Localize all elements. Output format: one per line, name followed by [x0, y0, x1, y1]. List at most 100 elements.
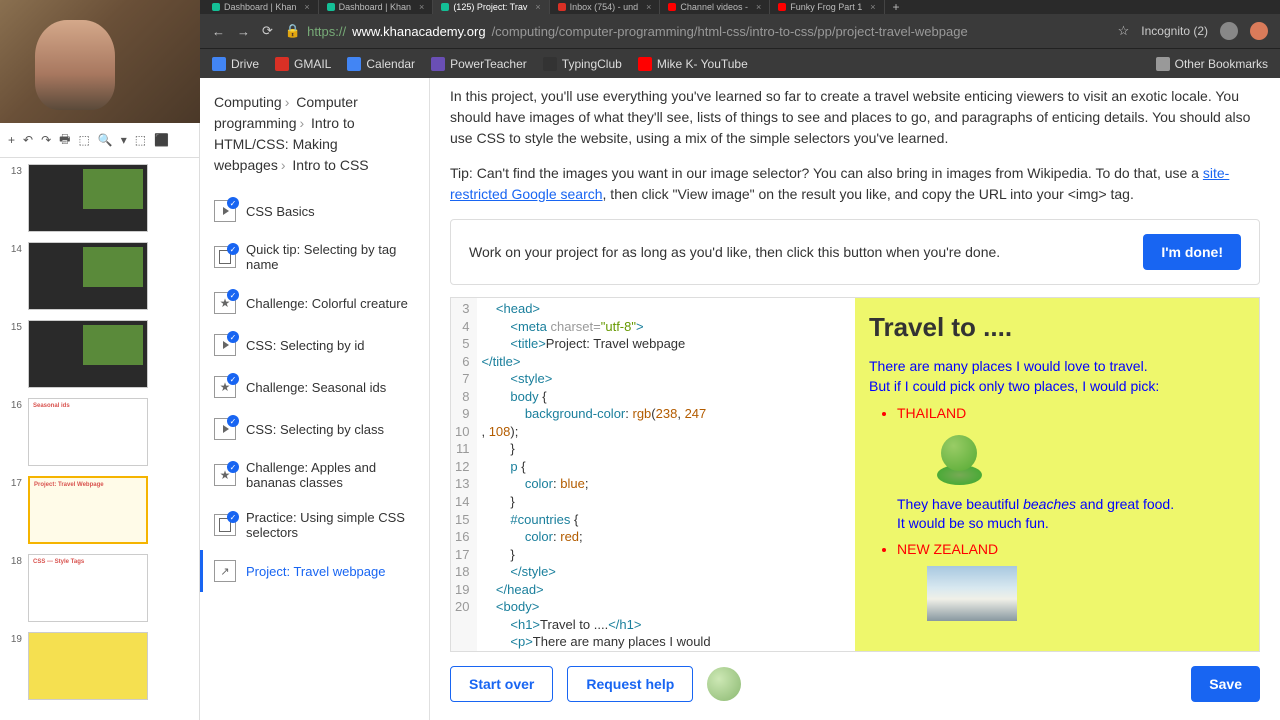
slide-thumbnail[interactable]: 19 [6, 632, 193, 700]
check-icon: ✓ [227, 511, 239, 523]
tab-bar: Dashboard | Khan×Dashboard | Khan×(125) … [200, 0, 1280, 14]
profile-avatar[interactable] [1250, 22, 1268, 40]
lesson-item[interactable]: Project: Travel webpage [200, 550, 429, 592]
check-icon: ✓ [227, 331, 239, 343]
tab-favicon [778, 3, 786, 11]
back-icon[interactable]: ← [212, 24, 225, 39]
zoom-icon[interactable]: 🔍 [98, 133, 113, 147]
browser-tab[interactable]: Dashboard | Khan× [319, 0, 434, 14]
lesson-item[interactable]: ✓Practice: Using simple CSS selectors [200, 500, 429, 550]
browser-tab[interactable]: Funky Frog Part 1× [770, 0, 884, 14]
format-icon[interactable]: ⬚ [78, 133, 89, 147]
bookmark-item[interactable]: GMAIL [275, 57, 331, 71]
bookmark-label: PowerTeacher [450, 57, 527, 71]
url-path: /computing/computer-programming/html-css… [492, 24, 968, 39]
star-icon[interactable]: ☆ [1118, 23, 1130, 39]
slide-number: 13 [6, 164, 22, 232]
close-icon[interactable]: × [419, 2, 424, 12]
bookmark-item[interactable]: Calendar [347, 57, 415, 71]
browser-window: Dashboard | Khan×Dashboard | Khan×(125) … [200, 0, 1280, 720]
slide-thumbnail[interactable]: 14 [6, 242, 193, 310]
lesson-label: CSS: Selecting by id [246, 338, 365, 353]
lesson-play-icon: ✓ [214, 200, 236, 222]
chevron-down-icon[interactable]: ▾ [121, 133, 127, 147]
bookmarks-bar: Drive GMAIL Calendar PowerTeacher TypingClub… [200, 48, 1280, 78]
lesson-item[interactable]: ✓Challenge: Apples and bananas classes [200, 450, 429, 500]
browser-tab[interactable]: Inbox (754) - und × [550, 0, 661, 14]
slide-thumbnail[interactable]: 16Seasonal ids [6, 398, 193, 466]
bookmark-favicon [431, 57, 445, 71]
close-icon[interactable]: × [535, 2, 540, 12]
lesson-star-icon: ✓ [214, 292, 236, 314]
code-content[interactable]: <head> <meta charset="utf-8"> <title>Pro… [477, 298, 714, 651]
project-intro: In this project, you'll use everything y… [450, 86, 1260, 149]
select-icon[interactable]: ⬚ [135, 133, 146, 147]
url-field[interactable]: 🔒 https://www.khanacademy.org/computing/… [285, 23, 1106, 39]
slides-sidebar: + ↶ ↷ 🖶 ⬚ 🔍 ▾ ⬚ ⬛ 13 14 15 16Seasonal ids 17… [0, 123, 200, 720]
bookmark-item[interactable]: Mike K- YouTube [638, 57, 748, 71]
bookmark-favicon [347, 57, 361, 71]
mountain-image [927, 566, 1017, 621]
lesson-item[interactable]: ✓Quick tip: Selecting by tag name [200, 232, 429, 282]
lesson-item[interactable]: ✓CSS Basics [200, 190, 429, 232]
start-over-button[interactable]: Start over [450, 666, 553, 702]
lesson-item[interactable]: ✓ Challenge: Colorful creature [200, 282, 429, 324]
slide-number: 19 [6, 632, 22, 700]
tip-text-2: , then click "View image" on the result … [603, 186, 1134, 202]
lesson-item[interactable]: ✓ Challenge: Seasonal ids [200, 366, 429, 408]
undo-icon[interactable]: ↶ [23, 133, 33, 147]
bookmark-item[interactable]: Drive [212, 57, 259, 71]
lesson-item[interactable]: ✓CSS: Selecting by class [200, 408, 429, 450]
browser-tab[interactable]: Dashboard | Khan× [204, 0, 319, 14]
tab-label: Inbox (754) - und [570, 2, 639, 12]
bookmark-favicon [212, 57, 226, 71]
bookmark-item[interactable]: TypingClub [543, 57, 622, 71]
browser-tab[interactable]: Channel videos -× [660, 0, 770, 14]
done-message: Work on your project for as long as you'… [469, 244, 1000, 260]
tab-favicon [558, 3, 566, 11]
tab-favicon [668, 3, 676, 11]
user-avatar[interactable] [707, 667, 741, 701]
reload-icon[interactable]: ⟳ [262, 23, 273, 39]
crumb-introcss[interactable]: Intro to CSS [292, 157, 368, 173]
lesson-label: Challenge: Colorful creature [246, 296, 408, 311]
check-icon: ✓ [227, 289, 239, 301]
save-button[interactable]: Save [1191, 666, 1260, 702]
slide-thumbnail[interactable]: 18CSS --- Style Tags [6, 554, 193, 622]
lesson-item[interactable]: ✓ CSS: Selecting by id [200, 324, 429, 366]
incognito-icon[interactable] [1220, 22, 1238, 40]
close-icon[interactable]: × [646, 2, 651, 12]
close-icon[interactable]: × [870, 2, 875, 12]
slide-thumbnail[interactable]: 17Project: Travel Webpage [6, 476, 193, 544]
request-help-button[interactable]: Request help [567, 666, 693, 702]
slides-list[interactable]: 13 14 15 16Seasonal ids 17Project: Travel We… [0, 158, 199, 720]
lesson-label: Quick tip: Selecting by tag name [246, 242, 415, 272]
lesson-star-icon: ✓ [214, 464, 236, 486]
tab-label: (125) Project: Trav [453, 2, 527, 12]
slide-number: 18 [6, 554, 22, 622]
bookmark-item[interactable]: PowerTeacher [431, 57, 527, 71]
check-icon: ✓ [227, 415, 239, 427]
print-icon[interactable]: 🖶 [59, 130, 70, 151]
crumb-computing[interactable]: Computing [214, 94, 282, 110]
bookmark-label: Drive [231, 57, 259, 71]
slides-add-icon[interactable]: + [8, 133, 15, 147]
lesson-label: Challenge: Seasonal ids [246, 380, 386, 395]
done-button[interactable]: I'm done! [1143, 234, 1241, 270]
cursor-icon[interactable]: ⬛ [154, 133, 169, 147]
close-icon[interactable]: × [756, 2, 761, 12]
slide-thumbnail[interactable]: 15 [6, 320, 193, 388]
tab-favicon [441, 3, 449, 11]
new-tab-button[interactable]: + [885, 0, 908, 14]
close-icon[interactable]: × [304, 2, 309, 12]
browser-tab[interactable]: (125) Project: Trav × [433, 0, 549, 14]
redo-icon[interactable]: ↷ [41, 133, 51, 147]
other-bookmarks[interactable]: Other Bookmarks [1156, 57, 1268, 71]
tab-favicon [212, 3, 220, 11]
code-editor[interactable]: 34567891011121314151617181920 <head> <me… [451, 298, 855, 651]
forward-icon[interactable]: → [237, 24, 250, 39]
slide-thumbnail[interactable]: 13 [6, 164, 193, 232]
lesson-doc-icon: ✓ [214, 514, 236, 536]
tab-favicon [327, 3, 335, 11]
lesson-star-icon: ✓ [214, 376, 236, 398]
